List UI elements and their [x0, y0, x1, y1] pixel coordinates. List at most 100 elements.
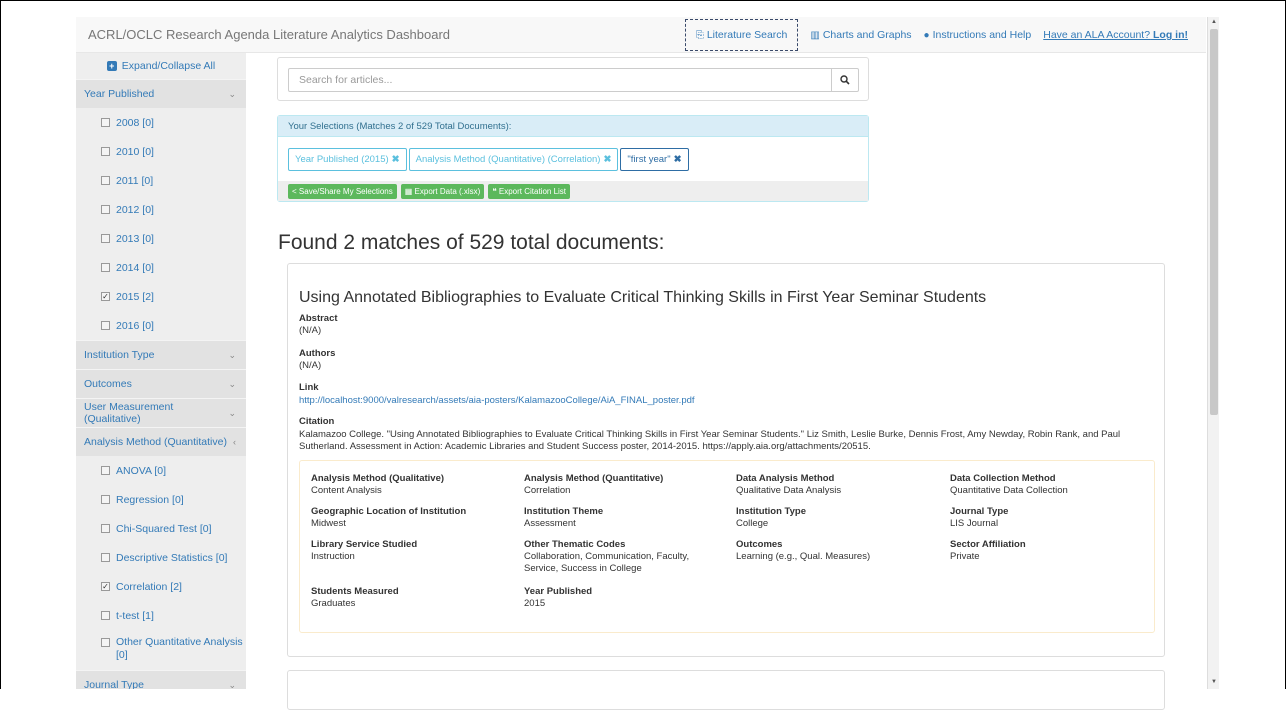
- remove-icon[interactable]: ✖: [603, 154, 611, 165]
- checkbox[interactable]: [101, 611, 110, 620]
- meta-field: Geographic Location of Institution Midwes…: [311, 506, 521, 530]
- meta-field: Analysis Method (Qualitative) Content Ana…: [311, 473, 521, 497]
- option-label: 2012 [0]: [116, 203, 154, 216]
- checkbox[interactable]: [101, 205, 110, 214]
- nav-literature-search[interactable]: ⎘ Literature Search: [684, 19, 799, 51]
- option-label: ANOVA [0]: [116, 464, 166, 477]
- meta-value: 2015: [524, 598, 546, 609]
- year-option[interactable]: 2014 [0]: [76, 253, 246, 282]
- meta-key: Library Service Studied: [311, 539, 418, 550]
- section-outcomes[interactable]: Outcomes ⌄: [76, 369, 246, 398]
- analysis-option[interactable]: Descriptive Statistics [0]: [76, 543, 246, 572]
- section-institution-type[interactable]: Institution Type ⌄: [76, 340, 246, 369]
- meta-field: Library Service Studied Instruction: [311, 539, 521, 563]
- section-label: Outcomes: [84, 378, 132, 390]
- scroll-down-icon[interactable]: ▼: [1211, 679, 1217, 685]
- checkbox[interactable]: [101, 234, 110, 243]
- checkbox[interactable]: [101, 495, 110, 504]
- login-link: Log in!: [1153, 29, 1188, 41]
- checkbox[interactable]: [101, 147, 110, 156]
- analysis-option[interactable]: Chi-Squared Test [0]: [76, 514, 246, 543]
- search-input[interactable]: Search for articles...: [288, 68, 832, 92]
- year-list: 2008 [0] 2010 [0] 2011 [0] 2012 [0] 2013…: [76, 108, 246, 340]
- section-year-published[interactable]: Year Published ⌄: [76, 79, 246, 108]
- checkbox[interactable]: [101, 638, 110, 647]
- analysis-option[interactable]: Other Quantitative Analysis [0]: [76, 630, 246, 670]
- analysis-option[interactable]: ✓ Correlation [2]: [76, 572, 246, 601]
- scrollbar-thumb[interactable]: [1210, 29, 1218, 415]
- nav-instructions[interactable]: ● Instructions and Help: [924, 29, 1032, 41]
- checkbox-checked[interactable]: ✓: [101, 292, 110, 301]
- meta-key: Outcomes: [736, 539, 783, 550]
- checkbox[interactable]: [101, 321, 110, 330]
- year-option[interactable]: 2012 [0]: [76, 195, 246, 224]
- section-journal-type[interactable]: Journal Type ⌄: [76, 670, 246, 689]
- meta-key: Institution Type: [736, 506, 807, 517]
- tag-label: Analysis Method (Quantitative) (Correlat…: [415, 153, 601, 165]
- meta-field: Students Measured Graduates: [311, 586, 521, 610]
- chevron-down-icon: ⌄: [228, 407, 236, 418]
- selection-tag[interactable]: "first year" ✖: [620, 147, 689, 171]
- citation-text: Kalamazoo College. "Using Annotated Bibl…: [299, 429, 1121, 452]
- tag-label: Year Published (2015): [295, 153, 389, 165]
- checkbox[interactable]: [101, 466, 110, 475]
- meta-field: Outcomes Learning (e.g., Qual. Measures): [736, 539, 946, 563]
- analysis-option[interactable]: Regression [0]: [76, 485, 246, 514]
- nav-charts[interactable]: ▥ Charts and Graphs: [810, 29, 911, 41]
- checkbox[interactable]: [101, 553, 110, 562]
- export-citation-button[interactable]: ❝ Export Citation List: [488, 183, 571, 199]
- year-option[interactable]: 2011 [0]: [76, 166, 246, 195]
- year-option[interactable]: 2013 [0]: [76, 224, 246, 253]
- option-label: 2016 [0]: [116, 319, 154, 332]
- checkbox[interactable]: [101, 263, 110, 272]
- expand-label: Expand/Collapse All: [121, 60, 216, 72]
- selection-tags: Year Published (2015) ✖ Analysis Method (…: [278, 137, 868, 181]
- meta-key: Sector Affiliation: [950, 539, 1026, 550]
- meta-value: College: [736, 518, 769, 529]
- year-option[interactable]: ✓ 2015 [2]: [76, 282, 246, 311]
- checkbox[interactable]: [101, 118, 110, 127]
- nav-login[interactable]: Have an ALA Account? Log in!: [1043, 29, 1188, 41]
- section-analysis-method[interactable]: Analysis Method (Quantitative) ‹: [76, 427, 246, 456]
- export-data-button[interactable]: ▦ Export Data (.xlsx): [400, 183, 485, 199]
- remove-icon[interactable]: ✖: [674, 154, 682, 165]
- meta-field: Journal Type LIS Journal: [950, 506, 1160, 530]
- expand-collapse-all[interactable]: + Expand/Collapse All: [76, 53, 246, 79]
- selections-panel: Your Selections (Matches 2 of 529 Total …: [277, 115, 869, 202]
- option-label: Correlation [2]: [116, 580, 182, 593]
- section-user-measurement[interactable]: User Measurement (Qualitative) ⌄: [76, 398, 246, 427]
- option-label: 2015 [2]: [116, 290, 154, 303]
- checkbox[interactable]: [101, 176, 110, 185]
- option-label: Other Quantitative Analysis [0]: [116, 636, 243, 661]
- authors-label: Authors: [299, 348, 336, 359]
- analysis-option[interactable]: t-test [1]: [76, 601, 246, 630]
- analysis-option[interactable]: ANOVA [0]: [76, 456, 246, 485]
- meta-value: Instruction: [311, 551, 355, 562]
- button-label: Export Citation List: [498, 186, 567, 196]
- selection-tag[interactable]: Year Published (2015) ✖: [288, 147, 407, 171]
- plus-square-icon: +: [106, 61, 117, 71]
- scrollbar[interactable]: ▲ ▼: [1207, 17, 1219, 689]
- search-button[interactable]: [831, 68, 859, 92]
- year-option[interactable]: 2010 [0]: [76, 137, 246, 166]
- remove-icon[interactable]: ✖: [392, 154, 400, 165]
- option-label: 2008 [0]: [116, 116, 154, 129]
- result-card: Using Annotated Bibliographies to Evalua…: [287, 263, 1165, 657]
- brand-title[interactable]: ACRL/OCLC Research Agenda Literature Ana…: [88, 27, 450, 42]
- year-option[interactable]: 2016 [0]: [76, 311, 246, 340]
- selection-tag[interactable]: Analysis Method (Quantitative) (Correlat…: [408, 147, 619, 171]
- meta-value: Qualitative Data Analysis: [736, 485, 842, 496]
- meta-value: Midwest: [311, 518, 346, 529]
- scroll-up-icon[interactable]: ▲: [1211, 19, 1217, 25]
- year-option[interactable]: 2008 [0]: [76, 108, 246, 137]
- link-label: Link: [299, 382, 319, 393]
- checkbox[interactable]: [101, 524, 110, 533]
- meta-key: Students Measured: [311, 586, 399, 597]
- meta-key: Year Published: [524, 586, 593, 597]
- authors-value: (N/A): [299, 360, 322, 371]
- save-share-button[interactable]: < Save/Share My Selections: [288, 183, 397, 199]
- result-link[interactable]: http://localhost:9000/valresearch/assets…: [299, 395, 695, 406]
- meta-field: Institution Type College: [736, 506, 946, 530]
- sidebar: + Expand/Collapse All Year Published ⌄ 2…: [76, 53, 246, 689]
- checkbox-checked[interactable]: ✓: [101, 582, 110, 591]
